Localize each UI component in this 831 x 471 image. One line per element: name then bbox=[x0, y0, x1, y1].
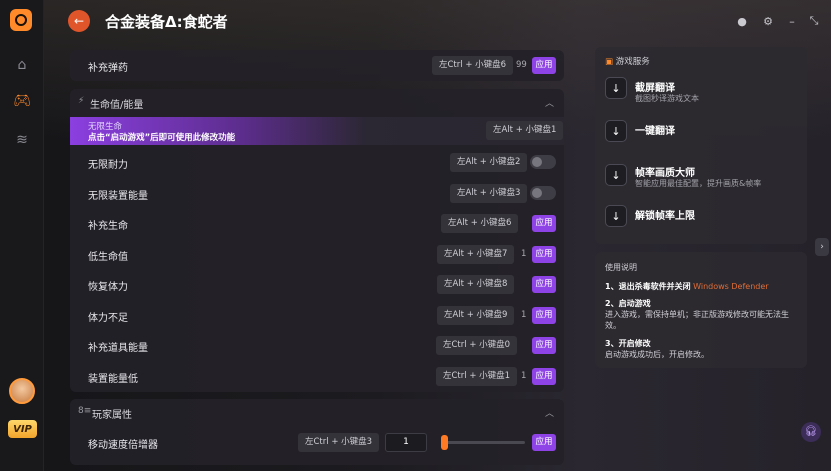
row-hint: 点击“启动游戏”后即可使用此修改功能 bbox=[88, 133, 236, 143]
row-label: 无限装置能量 bbox=[88, 191, 148, 202]
guide-step-2: 2、启动游戏 进入游戏，需保持单机；非正版游戏修改可能无法生效。 bbox=[605, 299, 789, 330]
toggle-switch[interactable] bbox=[530, 155, 556, 169]
hotkey-badge: 左Alt + 小键盘8 bbox=[437, 275, 515, 294]
section-title: 玩家属性 bbox=[92, 410, 132, 421]
apply-button[interactable]: 应用 bbox=[532, 215, 556, 232]
home-icon[interactable]: ⌂ bbox=[12, 55, 32, 75]
hotkey-badge: 左Ctrl + 小键盘1 bbox=[436, 367, 518, 386]
game-services-card: ▣ 游戏服务 ↓ 截屏翻译 截图秒译游戏文本 ↓ 一键翻译 ↓ 帧率画质大师 智… bbox=[595, 47, 807, 244]
apply-button[interactable]: 应用 bbox=[532, 246, 556, 263]
service-name[interactable]: 帧率画质大师 bbox=[635, 164, 695, 179]
value-text: 99 bbox=[516, 60, 527, 70]
service-desc: 截图秒译游戏文本 bbox=[635, 94, 699, 103]
guide-step-1: 1、退出杀毒软件并关闭 Windows Defender bbox=[605, 282, 769, 291]
download-icon[interactable]: ↓ bbox=[605, 164, 627, 186]
section-header-health[interactable]: ⚡ 生命值/能量 ︿ bbox=[70, 89, 564, 115]
value-text: 1 bbox=[521, 310, 527, 320]
download-icon[interactable]: ↓ bbox=[605, 205, 627, 227]
row-label: 体力不足 bbox=[88, 313, 128, 324]
gift-icon: ▣ bbox=[605, 57, 614, 67]
page-title: 合金装备Δ:食蛇者 bbox=[105, 13, 228, 31]
row-restore-stamina: 恢复体力 左Alt + 小键盘8 应用 bbox=[70, 269, 564, 300]
row-label: 补充弹药 bbox=[88, 63, 128, 74]
avatar[interactable] bbox=[9, 378, 35, 404]
guide-title: 使用说明 bbox=[605, 263, 637, 272]
speed-input[interactable]: 1 bbox=[385, 433, 427, 452]
left-rail: ⌂ 🎮︎ ≋ VIP bbox=[0, 0, 44, 471]
back-arrow-icon[interactable]: ← bbox=[68, 10, 90, 32]
value-text: 1 bbox=[521, 249, 527, 259]
row-refill-health: 补充生命 左Alt + 小键盘6 应用 bbox=[70, 208, 564, 239]
service-name[interactable]: 一键翻译 bbox=[635, 122, 675, 137]
service-name[interactable]: 截屏翻译 bbox=[635, 79, 675, 94]
list-icon: 8≡ bbox=[78, 406, 92, 416]
usage-guide-card: 使用说明 1、退出杀毒软件并关闭 Windows Defender 2、启动游戏… bbox=[595, 252, 807, 368]
download-icon[interactable]: ↓ bbox=[605, 77, 627, 99]
row-label: 移动速度倍增器 bbox=[88, 440, 158, 451]
header: ← 合金装备Δ:食蛇者 ● ⚙ – ⤡ bbox=[44, 0, 831, 44]
row-refill-ammo: 补充弹药 左Ctrl + 小键盘6 99 应用 bbox=[70, 50, 564, 81]
download-icon[interactable]: ↓ bbox=[605, 120, 627, 142]
app-logo bbox=[10, 9, 32, 31]
hotkey-badge: 左Ctrl + 小键盘0 bbox=[436, 336, 518, 355]
lightning-icon: ⚡ bbox=[78, 96, 85, 106]
row-label: 恢复体力 bbox=[88, 282, 128, 293]
hotkey-badge: 左Alt + 小键盘1 bbox=[486, 121, 564, 140]
chevron-right-icon[interactable]: › bbox=[815, 238, 829, 256]
hotkey-badge: 左Alt + 小键盘6 bbox=[441, 214, 519, 233]
row-label: 补充道具能量 bbox=[88, 343, 148, 354]
apply-button[interactable]: 应用 bbox=[532, 337, 556, 354]
section-title: 生命值/能量 bbox=[90, 100, 144, 111]
speed-slider-track[interactable] bbox=[441, 441, 525, 444]
apply-button[interactable]: 应用 bbox=[532, 57, 556, 74]
guide-step-3: 3、开启修改 启动游戏成功后，开启修改。 bbox=[605, 339, 709, 359]
section-header-player[interactable]: 8≡ 玩家属性 ︿ bbox=[70, 399, 564, 425]
row-label: 装置能量低 bbox=[88, 374, 138, 385]
ammo-panel: 补充弹药 左Ctrl + 小键盘6 99 应用 bbox=[70, 50, 564, 81]
apply-button[interactable]: 应用 bbox=[532, 368, 556, 385]
apply-button[interactable]: 应用 bbox=[532, 307, 556, 324]
hotkey-badge: 左Ctrl + 小键盘6 bbox=[432, 56, 514, 75]
row-infinite-health[interactable]: 无限生命 点击“启动游戏”后即可使用此修改功能 左Alt + 小键盘1 bbox=[70, 117, 564, 145]
hotkey-badge: 左Alt + 小键盘2 bbox=[450, 153, 528, 172]
chevron-up-icon[interactable]: ︿ bbox=[545, 96, 554, 109]
speed-slider-handle[interactable] bbox=[441, 435, 448, 450]
toggle-switch[interactable] bbox=[530, 186, 556, 200]
health-panel: ⚡ 生命值/能量 ︿ 无限生命 点击“启动游戏”后即可使用此修改功能 左Alt … bbox=[70, 89, 564, 392]
row-refill-item-energy: 补充道具能量 左Ctrl + 小键盘0 应用 bbox=[70, 330, 564, 361]
hotkey-badge: 左Alt + 小键盘9 bbox=[437, 306, 515, 325]
vip-badge[interactable]: VIP bbox=[8, 420, 37, 438]
headset-icon[interactable]: 🎧︎ bbox=[801, 422, 821, 442]
minimize-icon[interactable]: – bbox=[784, 13, 800, 29]
row-move-speed: 移动速度倍增器 左Ctrl + 小键盘3 1 应用 bbox=[70, 427, 564, 458]
row-low-stamina: 体力不足 左Alt + 小键盘9 1 应用 bbox=[70, 300, 564, 331]
game-controller-icon[interactable]: 🎮︎ bbox=[12, 91, 32, 111]
service-desc: 智能应用最佳配置，提升画质&帧率 bbox=[635, 179, 762, 188]
row-label: 低生命值 bbox=[88, 252, 128, 263]
row-low-device-energy: 装置能量低 左Ctrl + 小键盘1 1 应用 bbox=[70, 361, 564, 392]
service-name[interactable]: 解锁帧率上限 bbox=[635, 207, 695, 222]
row-infinite-device-energy: 无限装置能量 左Alt + 小键盘3 bbox=[70, 178, 564, 209]
record-icon[interactable]: ● bbox=[734, 13, 750, 29]
apply-button[interactable]: 应用 bbox=[532, 434, 556, 451]
apply-button[interactable]: 应用 bbox=[532, 276, 556, 293]
services-title: ▣ 游戏服务 bbox=[605, 57, 650, 67]
value-text: 1 bbox=[521, 371, 527, 381]
settings-icon[interactable]: ⚙ bbox=[760, 13, 776, 29]
hotkey-badge: 左Alt + 小键盘7 bbox=[437, 245, 515, 264]
layers-icon[interactable]: ≋ bbox=[12, 130, 32, 150]
shrink-icon[interactable]: ⤡ bbox=[806, 13, 822, 29]
row-infinite-stamina: 无限耐力 左Alt + 小键盘2 bbox=[70, 147, 564, 178]
chevron-up-icon[interactable]: ︿ bbox=[545, 406, 554, 419]
row-label: 补充生命 bbox=[88, 221, 128, 232]
hotkey-badge: 左Alt + 小键盘3 bbox=[450, 184, 528, 203]
hotkey-badge: 左Ctrl + 小键盘3 bbox=[298, 433, 380, 452]
row-label: 无限耐力 bbox=[88, 160, 128, 171]
row-low-health: 低生命值 左Alt + 小键盘7 1 应用 bbox=[70, 239, 564, 270]
player-panel: 8≡ 玩家属性 ︿ 移动速度倍增器 左Ctrl + 小键盘3 1 应用 bbox=[70, 399, 564, 465]
